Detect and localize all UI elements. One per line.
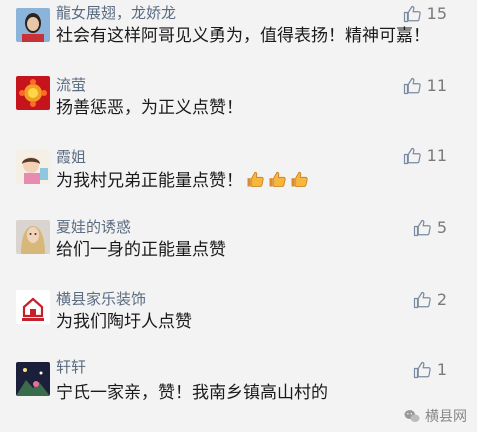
like-count: 15 <box>426 4 447 23</box>
comment-item: 霞姐 为我村兄弟正能量点赞！ 11 <box>0 140 477 210</box>
comment-username[interactable]: 夏娃的诱惑 <box>56 218 131 236</box>
watermark-text: 横县网 <box>425 409 467 425</box>
thumbs-up-icon <box>403 5 421 23</box>
like-button[interactable]: 11 <box>403 146 447 166</box>
thumbs-up-icon <box>267 169 287 189</box>
comment-text: 为我们陶圩人点赞 <box>56 312 192 332</box>
comment-text-body: 为我村兄弟正能量点赞！ <box>56 171 243 191</box>
like-count: 2 <box>436 290 447 309</box>
like-count: 5 <box>436 218 447 237</box>
thumbs-up-icon <box>413 361 431 379</box>
thumbs-up-icon <box>289 169 309 189</box>
like-button[interactable]: 15 <box>403 4 447 24</box>
like-count: 1 <box>436 360 447 379</box>
thumbs-up-icon <box>245 169 265 189</box>
comment-username[interactable]: 流萤 <box>56 76 86 94</box>
comment-text: 给们一身的正能量点赞 <box>56 240 226 260</box>
red-flower-avatar[interactable] <box>16 76 50 110</box>
like-count: 11 <box>426 146 447 165</box>
comment-username[interactable]: 霞姐 <box>56 148 86 166</box>
night-scene-avatar[interactable] <box>16 362 50 396</box>
comment-username[interactable]: 轩轩 <box>56 358 86 376</box>
house-logo-avatar[interactable] <box>16 290 50 324</box>
watermark: 横县网 <box>403 406 467 426</box>
like-button[interactable]: 2 <box>413 290 447 310</box>
comment-username[interactable]: 横县家乐装饰 <box>56 290 146 308</box>
blonde-woman-avatar[interactable] <box>16 220 50 254</box>
wechat-icon <box>404 410 420 422</box>
like-button[interactable]: 5 <box>413 218 447 238</box>
comment-text: 为我村兄弟正能量点赞！ <box>56 169 309 192</box>
thumbs-up-icon <box>403 147 421 165</box>
comment-item: 横县家乐装饰 为我们陶圩人点赞 2 <box>0 282 477 348</box>
thumbs-up-icon <box>413 219 431 237</box>
comment-item: 流萤 扬善惩恶，为正义点赞！ 11 <box>0 70 477 140</box>
girl-cartoon-avatar[interactable] <box>16 150 50 184</box>
comment-text: 扬善惩恶，为正义点赞！ <box>56 98 243 118</box>
comment-text: 宁氏一家亲，赞！我南乡镇高山村的 <box>56 383 328 403</box>
like-count: 11 <box>426 76 447 95</box>
woman-portrait-avatar[interactable] <box>16 8 50 42</box>
comment-text: 社会有这样阿哥见义勇为，值得表扬！精神可嘉！ <box>56 26 430 46</box>
comment-item: 夏娃的诱惑 给们一身的正能量点赞 5 <box>0 210 477 282</box>
comment-item: 龍女展翅，龙娇龙 社会有这样阿哥见义勇为，值得表扬！精神可嘉！ 15 <box>0 0 477 70</box>
comment-username[interactable]: 龍女展翅，龙娇龙 <box>56 4 176 22</box>
like-button[interactable]: 1 <box>413 360 447 380</box>
like-button[interactable]: 11 <box>403 76 447 96</box>
thumbs-up-icon <box>403 77 421 95</box>
thumbs-up-icon <box>413 291 431 309</box>
